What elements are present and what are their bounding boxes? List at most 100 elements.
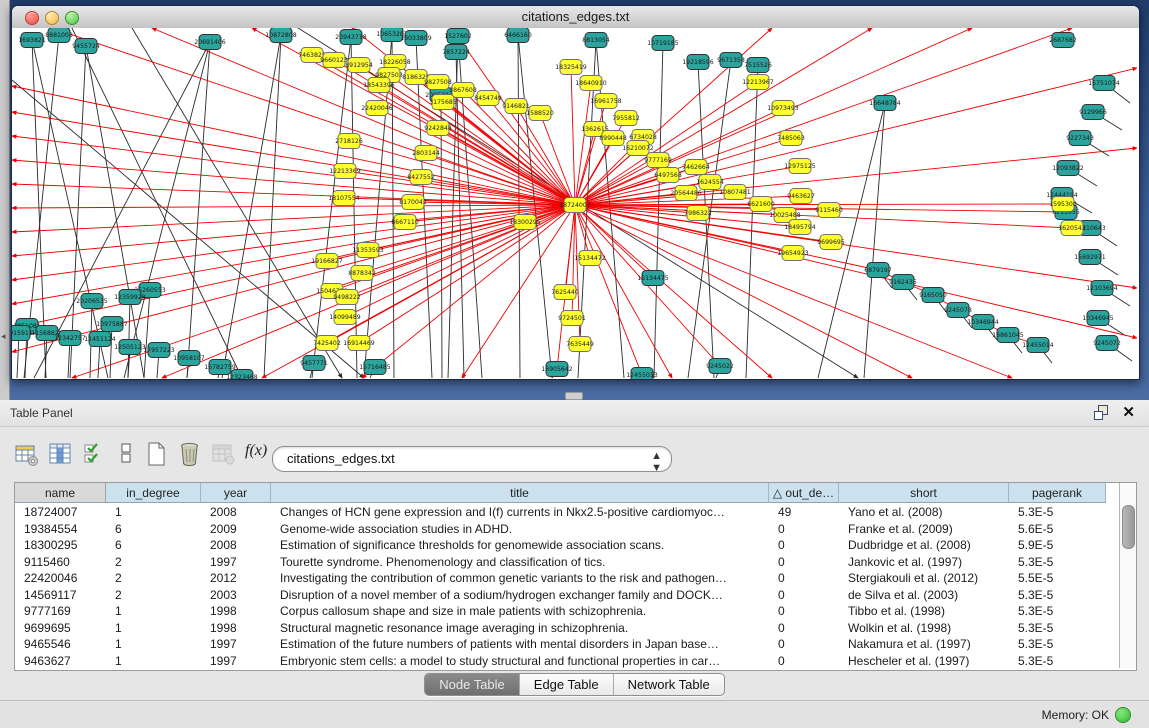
graph-node-teal[interactable]: 12093822 <box>1052 161 1084 176</box>
table-cell[interactable]: Structural magnetic resonance image aver… <box>271 620 769 637</box>
table-cell[interactable]: 5.9E-5 <box>1009 537 1106 554</box>
graph-node-yellow[interactable]: 12213369 <box>329 164 361 179</box>
graph-node-teal[interactable]: 10346945 <box>1082 311 1114 326</box>
graph-node-teal[interactable]: 6879197 <box>864 263 892 278</box>
table-cell[interactable]: 2012 <box>201 570 271 587</box>
table-row[interactable]: 969969511998Structural magnetic resonanc… <box>15 620 1119 637</box>
citation-edge-red[interactable] <box>12 205 575 304</box>
graph-node-yellow[interactable]: 19166827 <box>311 254 343 269</box>
row-height-icon[interactable] <box>114 440 140 468</box>
table-cell[interactable]: 2 <box>106 587 201 604</box>
graph-node-teal[interactable]: 15716485 <box>359 360 391 375</box>
table-cell[interactable]: Estimation of the future numbers of pati… <box>271 636 769 653</box>
table-cell[interactable]: Wolkin et al. (1998) <box>839 620 1009 637</box>
graph-node-yellow[interactable]: 18300295 <box>509 215 541 230</box>
graph-node-teal[interactable]: 9455724 <box>72 39 100 54</box>
table-settings-icon[interactable] <box>14 440 40 468</box>
citation-edge-red[interactable] <box>152 28 575 205</box>
graph-node-yellow[interactable]: 19654923 <box>777 246 809 261</box>
table-row[interactable]: 911546021997Tourette syndrome. Phenomeno… <box>15 554 1119 571</box>
table-cell[interactable]: 1 <box>106 504 201 521</box>
table-cell[interactable]: Hescheler et al. (1997) <box>839 653 1009 670</box>
graph-node-yellow[interactable]: 20564486 <box>670 186 702 201</box>
network-canvas[interactable]: 1693821888100894557242069140610872808209… <box>12 28 1139 379</box>
table-cell[interactable]: 1 <box>106 653 201 670</box>
table-row[interactable]: 946362711997Embryonic stem cells: a mode… <box>15 653 1119 670</box>
citation-edge-red[interactable] <box>575 205 772 378</box>
control-panel-collapsed-handle[interactable]: ◂ <box>0 0 10 400</box>
graph-node-teal[interactable]: 10872808 <box>265 28 297 43</box>
citation-edge-red[interactable] <box>162 205 575 378</box>
table-cell[interactable]: 5.3E-5 <box>1009 653 1106 670</box>
table-cell[interactable]: 0 <box>769 570 839 587</box>
graph-node-teal[interactable]: 9245078 <box>944 303 972 318</box>
table-cell[interactable]: 14569117 <box>15 587 106 604</box>
graph-node-teal[interactable]: 9245022 <box>706 359 734 374</box>
graph-node-teal[interactable]: 16033809 <box>400 31 432 46</box>
graph-node-yellow[interactable]: 11353593 <box>352 243 384 258</box>
graph-node-yellow[interactable]: 12213967 <box>742 75 774 90</box>
graph-node-yellow[interactable]: 18107554 <box>328 191 360 206</box>
close-panel-icon[interactable]: ✕ <box>1122 403 1135 421</box>
table-cell[interactable]: 2 <box>106 554 201 571</box>
table-cell[interactable]: 5.3E-5 <box>1009 636 1106 653</box>
select-columns-icon[interactable] <box>82 440 108 468</box>
citation-edge-red[interactable] <box>575 28 1072 205</box>
graph-node-yellow[interactable]: 8427552 <box>407 170 435 185</box>
table-cell[interactable]: 1998 <box>201 620 271 637</box>
table-cell[interactable]: 6 <box>106 521 201 538</box>
graph-node-yellow[interactable]: 3175685 <box>429 95 457 110</box>
collapse-arrow-icon[interactable]: ◂ <box>1 331 6 342</box>
table-cell[interactable]: 1997 <box>201 653 271 670</box>
citation-edge-black[interactable] <box>124 42 210 378</box>
graph-node-yellow[interactable]: 7462664 <box>682 160 710 175</box>
table-cell[interactable]: 9463627 <box>15 653 106 670</box>
table-cell[interactable]: 5.3E-5 <box>1009 587 1106 604</box>
table-cell[interactable]: de Silva et al. (2003) <box>839 587 1009 604</box>
graph-node-yellow[interactable]: 9827508 <box>424 75 452 90</box>
graph-node-teal[interactable]: 20206535 <box>76 294 108 309</box>
graph-node-yellow[interactable]: 22420046 <box>361 101 393 116</box>
graph-node-yellow[interactable]: 1595300 <box>1049 197 1077 212</box>
graph-node-yellow[interactable]: 18543396 <box>363 78 395 93</box>
table-cell[interactable]: Stergiakouli et al. (2012) <box>839 570 1009 587</box>
table-cell[interactable]: 9465546 <box>15 636 106 653</box>
table-cell[interactable]: Disruption of a novel member of a sodium… <box>271 587 769 604</box>
citation-edge-red[interactable] <box>12 160 575 205</box>
table-cell[interactable]: 2003 <box>201 587 271 604</box>
table-cell[interactable]: 0 <box>769 537 839 554</box>
table-cell[interactable]: Jankovic et al. (1997) <box>839 554 1009 571</box>
graph-node-teal[interactable]: 1693821 <box>18 33 46 48</box>
graph-node-yellow[interactable]: 16914469 <box>343 336 375 351</box>
table-cell[interactable]: 9115460 <box>15 554 106 571</box>
graph-node-yellow[interactable]: 8912954 <box>345 58 373 73</box>
table-row[interactable]: 1456911722003Disruption of a novel membe… <box>15 587 1119 604</box>
column-header-indegree[interactable]: in_degree <box>106 483 201 503</box>
graph-node-teal[interactable]: 2687682 <box>1049 33 1077 48</box>
graph-node-yellow[interactable]: 2867608 <box>449 83 477 98</box>
graph-node-yellow[interactable]: 8454749 <box>474 91 502 106</box>
graph-node-yellow[interactable]: 9115460 <box>815 203 843 218</box>
column-header-pagerank[interactable]: pagerank <box>1009 483 1106 503</box>
graph-node-teal[interactable]: 15134475 <box>637 271 669 286</box>
graph-node-yellow[interactable]: 9242848 <box>424 121 452 136</box>
column-header-outde[interactable]: △ out_de… <box>769 483 839 503</box>
graph-node-teal[interactable]: 7857224 <box>442 45 470 60</box>
graph-node-teal[interactable]: 9457771 <box>300 356 328 371</box>
table-cell[interactable]: Yano et al. (2008) <box>839 504 1009 521</box>
graph-node-teal[interactable]: 12103694 <box>1086 281 1118 296</box>
table-cell[interactable]: 5.6E-5 <box>1009 521 1106 538</box>
table-cell[interactable]: 5.3E-5 <box>1009 554 1106 571</box>
graph-node-yellow[interactable]: 8667110 <box>391 215 419 230</box>
graph-node-yellow[interactable]: 7635449 <box>566 337 594 352</box>
table-cell[interactable]: 5.3E-5 <box>1009 504 1106 521</box>
table-selector-dropdown[interactable]: citations_edges.txt ▲▼ <box>272 446 672 472</box>
column-header-short[interactable]: short <box>839 483 1009 503</box>
graph-node-yellow[interactable]: 10973493 <box>767 101 799 116</box>
graph-node-yellow[interactable]: 8621600 <box>747 197 775 212</box>
table-cell[interactable]: 0 <box>769 587 839 604</box>
import-table-icon[interactable] <box>211 440 237 468</box>
graph-node-yellow[interactable]: 8990448 <box>599 131 627 146</box>
float-panel-icon[interactable] <box>1094 405 1109 420</box>
graph-node-yellow[interactable]: 1624554 <box>696 175 724 190</box>
